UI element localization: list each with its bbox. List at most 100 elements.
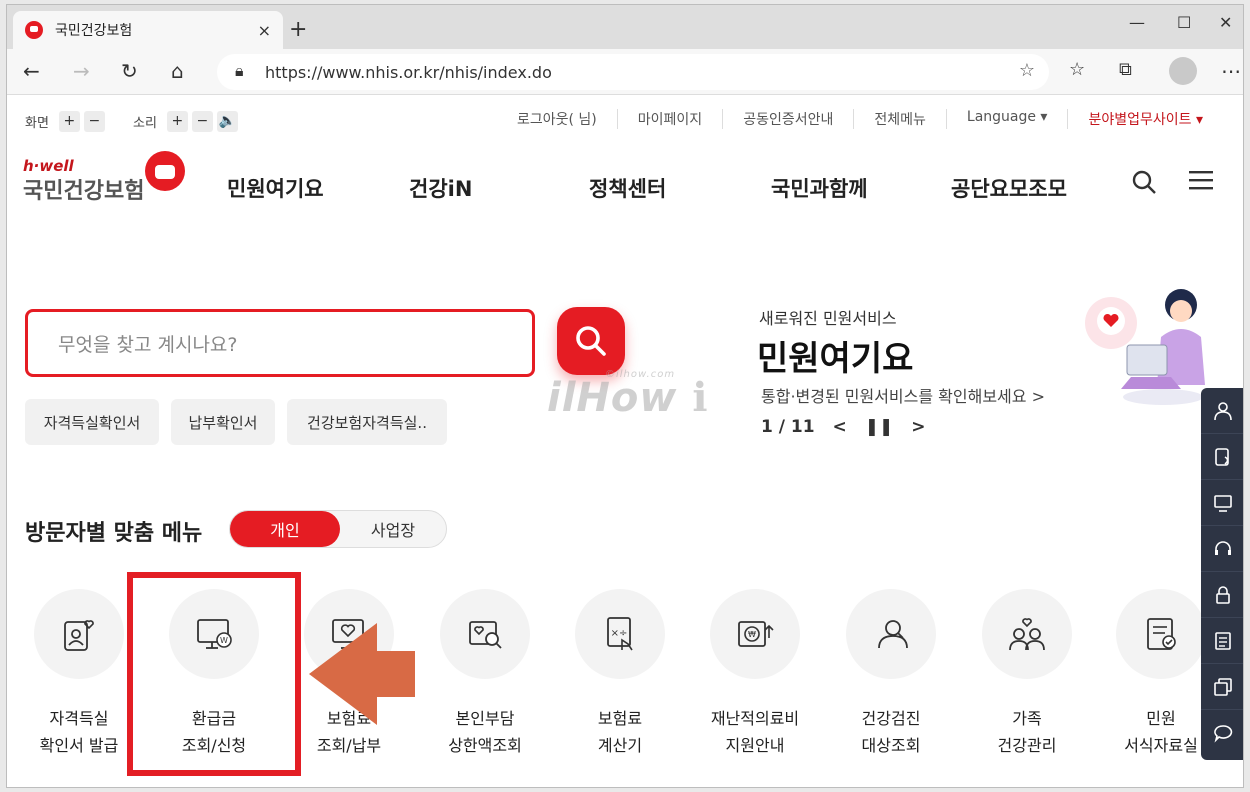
profile-avatar[interactable] xyxy=(1169,57,1197,85)
card-search-icon xyxy=(469,621,502,649)
search-input[interactable]: 무엇을 찾고 계시나요? xyxy=(25,309,535,377)
favorites-list-icon[interactable]: ☆ xyxy=(1069,59,1085,80)
menu-item-family-health[interactable]: 가족 건강관리 xyxy=(961,589,1093,759)
more-menu-button[interactable]: ⋯ xyxy=(1221,59,1241,83)
tab-close-button[interactable]: × xyxy=(258,21,271,40)
menu-item-line1: 본인부담 xyxy=(455,709,515,728)
quick-copy-icon[interactable] xyxy=(1201,664,1243,710)
promo-title: 민원여기요 xyxy=(757,339,914,379)
screen-zoom-in-button[interactable]: + xyxy=(58,111,80,132)
menu-item-line2: 대상조회 xyxy=(861,736,921,755)
family-heart-icon xyxy=(1009,618,1045,651)
business-sites-select[interactable]: 분야별업무사이트 ▾ xyxy=(1067,109,1223,129)
menu-item-line2: 서식자료실 xyxy=(1124,736,1198,755)
quick-person-icon[interactable] xyxy=(1201,388,1243,434)
gnb-with-citizens[interactable]: 국민과함께 xyxy=(771,173,868,203)
menu-item-catastrophic-medical[interactable]: ₩ 재난적의료비 지원안내 xyxy=(689,589,821,759)
logout-link[interactable]: 로그아웃( 님) xyxy=(497,109,617,129)
svg-text:₩: ₩ xyxy=(748,630,756,639)
menu-item-line1: 보험료 xyxy=(597,709,643,728)
browser-tab[interactable]: 국민건강보험 × xyxy=(13,11,283,49)
nhis-favicon-icon xyxy=(25,21,43,39)
menu-item-qualification-certificate[interactable]: 자격득실 확인서 발급 xyxy=(13,589,145,759)
search-button[interactable] xyxy=(557,307,625,375)
watermark: ilHow ℹ ©ilhow.com xyxy=(547,369,709,421)
menu-item-premium-calculator[interactable]: ×÷ 보험료 계산기 xyxy=(554,589,686,759)
quick-lock-icon[interactable] xyxy=(1201,572,1243,618)
gnb-health-in[interactable]: 건강iN xyxy=(409,173,472,203)
gnb-about-nhis[interactable]: 공단요모조모 xyxy=(951,173,1067,203)
search-icon[interactable] xyxy=(1131,169,1157,201)
mypage-link[interactable]: 마이페이지 xyxy=(616,109,722,129)
site-content: 화면 + − 소리 + − 🔈 로그아웃( 님) 마이페이지 공동인증서안내 전… xyxy=(7,95,1243,787)
home-button[interactable]: ⌂ xyxy=(171,59,184,83)
document-check-icon xyxy=(1147,618,1176,650)
hamburger-menu-icon[interactable] xyxy=(1189,169,1213,197)
tab-title: 국민건강보험 xyxy=(55,23,133,39)
sound-down-button[interactable]: − xyxy=(191,111,213,132)
language-select[interactable]: Language ▾ xyxy=(945,109,1068,129)
quick-headset-icon[interactable] xyxy=(1201,526,1243,572)
refresh-button[interactable]: ↻ xyxy=(121,59,138,83)
maximize-button[interactable]: ☐ xyxy=(1177,13,1191,32)
screen-zoom-control: 화면 + − xyxy=(25,111,105,132)
won-up-icon: ₩ xyxy=(738,621,774,647)
svg-text:×÷: ×÷ xyxy=(611,628,628,639)
sound-label: 소리 xyxy=(133,116,157,131)
toggle-business-button[interactable]: 사업장 xyxy=(340,511,446,547)
watermark-small-text: ©ilhow.com xyxy=(605,369,676,380)
quick-list-icon[interactable] xyxy=(1201,618,1243,664)
sound-up-button[interactable]: + xyxy=(166,111,188,132)
quick-side-bar xyxy=(1201,388,1243,760)
menu-item-line1: 건강검진 xyxy=(861,709,921,728)
new-tab-button[interactable]: + xyxy=(289,17,307,42)
quick-chat-icon[interactable] xyxy=(1201,710,1243,756)
back-button[interactable]: ← xyxy=(23,59,40,83)
menu-item-copay-limit[interactable]: 본인부담상한액조회 xyxy=(419,589,551,759)
menu-item-health-checkup[interactable]: 건강검진대상조회 xyxy=(825,589,957,759)
sound-control: 소리 + − 🔈 xyxy=(133,111,238,132)
promo-next-button[interactable]: > xyxy=(911,417,925,437)
promo-prev-button[interactable]: < xyxy=(833,417,847,437)
all-menu-link[interactable]: 전체메뉴 xyxy=(853,109,946,129)
site-logo[interactable]: h·well 국민건강보험 xyxy=(23,151,185,205)
menu-item-line1: 재난적의료비 xyxy=(710,709,800,728)
quick-document-icon[interactable] xyxy=(1201,434,1243,480)
gnb-policy-center[interactable]: 정책센터 xyxy=(589,173,666,203)
person-search-icon xyxy=(878,620,908,649)
gnb-minwon[interactable]: 민원여기요 xyxy=(227,173,324,203)
favorite-star-icon[interactable]: ☆ xyxy=(1019,60,1035,81)
url-text: https://www.nhis.or.kr/nhis/index.do xyxy=(265,62,552,82)
menu-item-line2: 확인서 발급 xyxy=(39,736,119,755)
close-window-button[interactable]: ✕ xyxy=(1219,13,1232,32)
address-bar[interactable]: 🔒︎ https://www.nhis.or.kr/nhis/index.do … xyxy=(217,54,1049,90)
collections-icon[interactable]: ⧉ xyxy=(1119,59,1132,80)
quick-monitor-icon[interactable] xyxy=(1201,480,1243,526)
quick-chip-insurance-qualification[interactable]: 건강보험자격득실.. xyxy=(287,399,447,445)
visitor-menu-title: 방문자별 맞춤 메뉴 xyxy=(25,521,203,546)
tab-strip: 국민건강보험 × + — ☐ ✕ xyxy=(7,5,1243,49)
minimize-button[interactable]: — xyxy=(1129,13,1145,32)
lock-icon: 🔒︎ xyxy=(235,61,244,80)
id-card-heart-icon xyxy=(64,620,94,651)
screen-label: 화면 xyxy=(25,116,49,131)
watermark-mark: ℹ xyxy=(692,375,709,421)
forward-button[interactable]: → xyxy=(73,59,90,83)
menu-item-line2: 조회/납부 xyxy=(316,736,382,755)
browser-toolbar: ← → ↻ ⌂ 🔒︎ https://www.nhis.or.kr/nhis/i… xyxy=(7,49,1243,95)
screen-zoom-out-button[interactable]: − xyxy=(83,111,105,132)
toggle-personal-button[interactable]: 개인 xyxy=(230,511,340,547)
quick-chip-qualification[interactable]: 자격득실확인서 xyxy=(25,399,159,445)
menu-item-line1: 민원 xyxy=(1146,709,1176,728)
annotation-arrow-icon xyxy=(307,619,417,733)
promo-controls: 1 / 11 < ❚❚ > xyxy=(761,417,944,437)
certificate-guide-link[interactable]: 공동인증서안내 xyxy=(722,109,853,129)
promo-description-link[interactable]: 통합·변경된 민원서비스를 확인해보세요 > xyxy=(761,383,1045,407)
menu-item-line2: 상한액조회 xyxy=(448,736,522,755)
browser-window: 국민건강보험 × + — ☐ ✕ ← → ↻ ⌂ 🔒︎ https://www.… xyxy=(6,4,1244,788)
speaker-icon[interactable]: 🔈 xyxy=(216,111,238,132)
promo-pause-button[interactable]: ❚❚ xyxy=(865,417,894,437)
quick-chip-payment[interactable]: 납부확인서 xyxy=(171,399,275,445)
watermark-text: ilHow xyxy=(547,375,678,421)
logo-name-text: 국민건강보험 xyxy=(23,179,145,204)
